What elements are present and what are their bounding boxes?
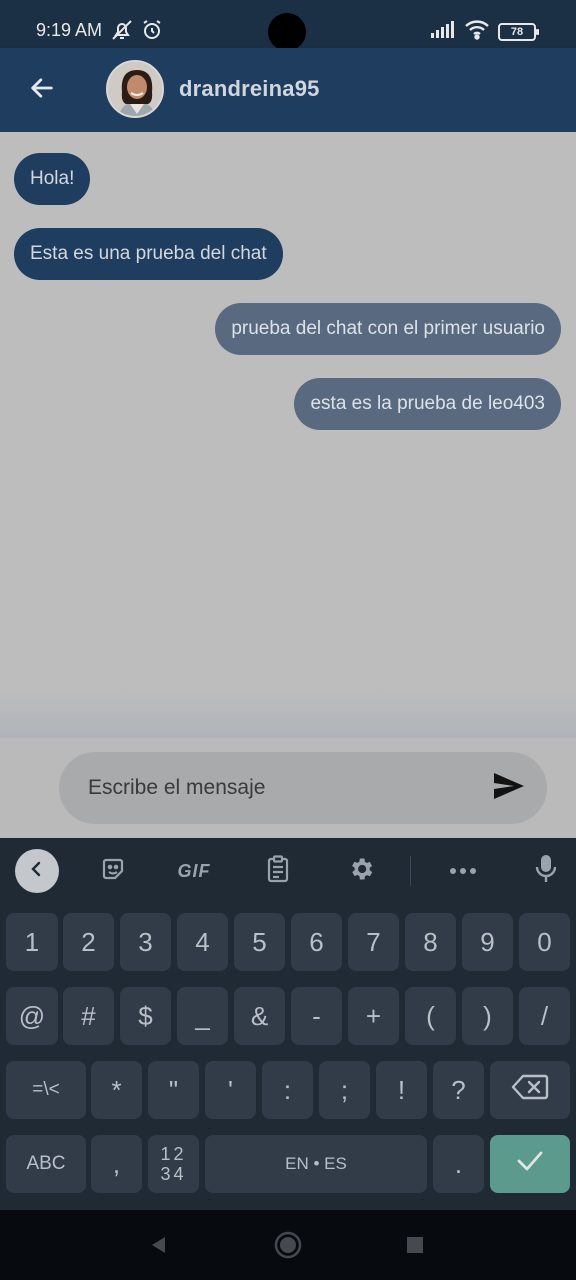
square-recents-icon [405,1235,425,1260]
message-bubble-incoming[interactable]: Hola! [14,153,91,205]
key-7[interactable]: 7 [348,913,399,971]
message-input-container [59,752,547,824]
keyboard-toolbar: GIF [0,838,576,904]
key-ampersand[interactable]: & [234,987,285,1045]
key-2[interactable]: 2 [63,913,114,971]
key-6[interactable]: 6 [291,913,342,971]
alarm-icon [140,18,164,47]
message-bubble-outgoing[interactable]: prueba del chat con el primer usuario [215,303,561,355]
back-button[interactable] [22,70,62,110]
key-period[interactable]: . [433,1135,484,1193]
gear-icon [347,855,375,888]
camera-cutout [268,13,306,51]
status-time: 9:19 AM [36,20,103,40]
key-close-paren[interactable]: ) [462,987,513,1045]
key-minus[interactable]: - [291,987,342,1045]
gif-button[interactable]: GIF [172,855,216,887]
status-right: 78 [430,18,539,45]
on-screen-keyboard: GIF 1 2 3 4 5 6 7 8 9 0 @ # $ _ & - + (… [0,838,576,1210]
toolbar-divider [410,856,411,886]
key-0[interactable]: 0 [519,913,570,971]
key-question[interactable]: ? [433,1061,484,1119]
key-8[interactable]: 8 [405,913,456,971]
nav-back-button[interactable] [144,1232,174,1262]
message-bubble-incoming[interactable]: Esta es una prueba del chat [14,228,283,280]
more-button[interactable] [448,855,478,887]
key-double-quote[interactable]: " [148,1061,199,1119]
key-single-quote[interactable]: ' [205,1061,256,1119]
key-slash[interactable]: / [519,987,570,1045]
sticker-icon [100,856,126,887]
key-numpad[interactable]: 12 34 [148,1135,199,1193]
clipboard-button[interactable] [264,854,292,888]
key-more-symbols[interactable]: =\< [6,1061,86,1119]
more-horizontal-icon [449,862,477,880]
message-list[interactable]: Hola! Esta es una prueba del chat prueba… [0,132,576,738]
battery-indicator: 78 [498,22,539,41]
key-exclamation[interactable]: ! [376,1061,427,1119]
checkmark-icon [515,1149,545,1180]
bell-muted-icon [110,18,134,47]
nav-home-button[interactable] [273,1231,303,1264]
status-bar: 9:19 AM 78 [0,0,576,51]
numpad-label-top: 12 [160,1144,187,1164]
keyboard-collapse-button[interactable] [15,849,59,893]
key-hash[interactable]: # [63,987,114,1045]
gif-label: GIF [177,860,211,881]
key-abc[interactable]: ABC [6,1135,86,1193]
battery-level: 78 [510,25,524,38]
composer-bar [0,738,576,838]
enter-key[interactable] [490,1135,570,1193]
contact-name[interactable]: drandreina95 [179,76,320,102]
contact-avatar[interactable] [106,60,164,118]
clipboard-icon [266,854,290,888]
message-bubble-outgoing[interactable]: esta es la prueba de leo403 [294,378,561,430]
key-3[interactable]: 3 [120,913,171,971]
sticker-button[interactable] [98,855,128,887]
nav-recents-button[interactable] [400,1232,430,1262]
message-input[interactable] [88,752,478,824]
key-at[interactable]: @ [6,987,58,1045]
triangle-back-icon [149,1235,169,1260]
key-9[interactable]: 9 [462,913,513,971]
key-plus[interactable]: + [348,987,399,1045]
arrow-left-icon [28,74,56,107]
avatar-portrait-icon [108,62,162,116]
key-semicolon[interactable]: ; [319,1061,370,1119]
key-1[interactable]: 1 [6,913,58,971]
key-asterisk[interactable]: * [91,1061,142,1119]
send-button[interactable] [489,770,529,806]
system-nav-bar [0,1210,576,1280]
wifi-icon [464,18,490,45]
backspace-icon [511,1074,549,1107]
key-colon[interactable]: : [262,1061,313,1119]
settings-button[interactable] [346,855,376,887]
backspace-key[interactable] [490,1061,570,1119]
key-open-paren[interactable]: ( [405,987,456,1045]
numpad-label-bottom: 34 [160,1164,187,1184]
space-key[interactable]: EN • ES [205,1135,427,1193]
microphone-icon [534,854,558,889]
send-icon [492,771,526,806]
chevron-left-icon [28,860,46,883]
voice-input-button[interactable] [532,854,560,889]
key-4[interactable]: 4 [177,913,228,971]
key-5[interactable]: 5 [234,913,285,971]
status-left-icons [110,18,164,47]
chat-header: drandreina95 [0,48,576,132]
signal-icon [430,19,456,44]
circle-home-icon [274,1231,302,1264]
key-underscore[interactable]: _ [177,987,228,1045]
key-comma[interactable]: , [91,1135,142,1193]
numpad-label: 12 34 [160,1144,186,1184]
key-dollar[interactable]: $ [120,987,171,1045]
